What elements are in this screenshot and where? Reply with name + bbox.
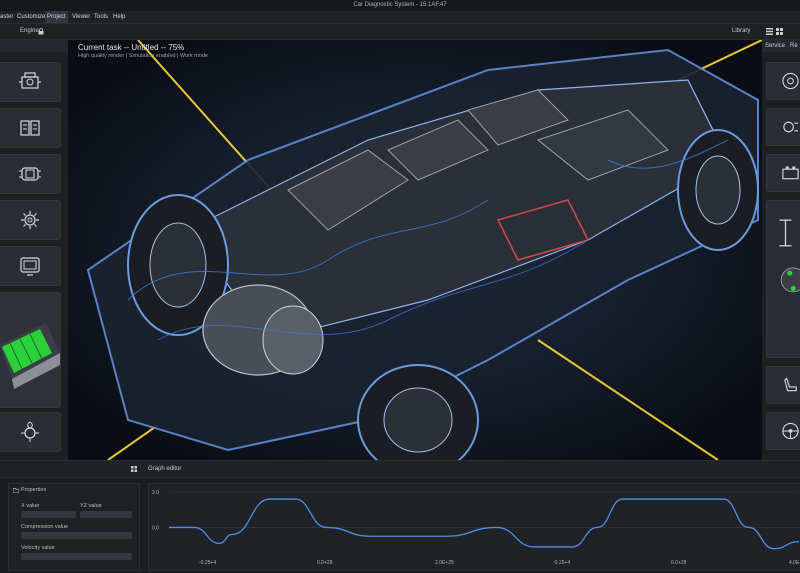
tile-gear-settings[interactable] bbox=[0, 200, 61, 240]
tile-brake-disc[interactable] bbox=[766, 62, 800, 100]
bottom-tabbar: Graph editor bbox=[0, 461, 800, 478]
car-xray-render bbox=[68, 40, 762, 460]
menu-item-tools[interactable]: Tools bbox=[94, 11, 108, 23]
x-tick-label: 0.0+28 bbox=[317, 560, 333, 566]
battery-modules-icon bbox=[20, 120, 40, 136]
left-panel-header bbox=[0, 40, 68, 52]
window-title: Car Diagnostic System - 15.1AF.47 bbox=[0, 0, 800, 11]
tile-steering[interactable] bbox=[766, 412, 800, 450]
x-value-field[interactable] bbox=[21, 511, 76, 518]
menu-item-help[interactable]: Help bbox=[113, 11, 125, 23]
x-tick-label: 0.0+28 bbox=[671, 560, 687, 566]
tile-seat[interactable] bbox=[766, 366, 800, 404]
3d-viewport[interactable]: Current task -- Untitled -- 75% High qua… bbox=[68, 40, 762, 460]
graph-grid-icon[interactable] bbox=[131, 466, 137, 474]
viewport-title: Current task -- Untitled -- 75% bbox=[78, 43, 185, 52]
gear-settings-icon bbox=[21, 211, 39, 229]
right-panel-extra: Re bbox=[790, 43, 798, 49]
engine-label: Engine bbox=[20, 28, 39, 34]
tile-battery-modules[interactable] bbox=[0, 108, 61, 148]
graph-editor[interactable]: 2.0 0.0 -0.25+4 0.0+28 2.0E+25 -0.25+4 0.0+28 4… bbox=[148, 483, 800, 571]
right-panel-header: Service Re bbox=[762, 40, 800, 52]
tile-engine[interactable] bbox=[0, 62, 61, 102]
tile-dashboard[interactable] bbox=[0, 246, 61, 286]
left-panel bbox=[0, 40, 68, 460]
tile-eco-chip[interactable] bbox=[0, 412, 61, 452]
compression-value-field[interactable] bbox=[21, 532, 132, 539]
x-value-label: X value bbox=[21, 503, 40, 509]
menu-item-master[interactable]: aster bbox=[0, 11, 13, 23]
y-tick-label: 0.0 bbox=[152, 525, 159, 531]
library-label[interactable]: Library bbox=[732, 24, 750, 39]
yz-value-field[interactable] bbox=[80, 511, 132, 518]
gear-swap-icon bbox=[783, 121, 799, 133]
steering-wheel-icon bbox=[782, 422, 799, 440]
car-top-view-icon bbox=[19, 167, 41, 181]
x-tick-label: 4.0E+25 bbox=[789, 560, 800, 566]
x-tick-label: -0.25+4 bbox=[553, 560, 570, 566]
yz-value-label: YZ value bbox=[80, 503, 102, 509]
list-view-icon[interactable] bbox=[766, 28, 773, 37]
tile-chassis[interactable] bbox=[766, 200, 800, 358]
menu-item-project[interactable]: Project bbox=[45, 11, 68, 23]
dashboard-screen-icon bbox=[20, 257, 40, 276]
graph-series-line[interactable] bbox=[169, 498, 800, 550]
seat-icon bbox=[784, 377, 797, 392]
folder-icon bbox=[12, 488, 20, 495]
grid-view-icon[interactable] bbox=[776, 28, 783, 37]
menu-item-viewer[interactable]: Viewer bbox=[72, 11, 90, 23]
chassis-thumbnail bbox=[779, 219, 800, 293]
y-tick-label: 2.0 bbox=[152, 490, 159, 496]
properties-panel: Properties X value YZ value Compression … bbox=[8, 483, 140, 571]
lock-icon[interactable] bbox=[38, 28, 44, 37]
engine-block-icon bbox=[19, 72, 41, 89]
properties-title: Properties bbox=[21, 487, 47, 493]
velocity-value-field[interactable] bbox=[21, 553, 132, 560]
bottom-panel: Graph editor Properties X value YZ value… bbox=[0, 460, 800, 573]
car-battery-icon bbox=[782, 166, 799, 180]
tile-car-battery[interactable] bbox=[766, 154, 800, 192]
brake-disc-icon bbox=[782, 72, 799, 90]
right-panel: Service Re bbox=[762, 40, 800, 460]
x-tick-label: -0.25+4 bbox=[199, 560, 216, 566]
toolbar: Engine Library bbox=[0, 24, 800, 40]
graph-curve-chart[interactable]: 2.0 0.0 -0.25+4 0.0+28 2.0E+25 -0.25+4 0.0+28 4… bbox=[149, 484, 800, 570]
viewport-subtitle: High quality render | Simulation enabled… bbox=[78, 53, 208, 59]
service-label: Service bbox=[765, 43, 786, 49]
velocity-value-label: Velocity value bbox=[21, 545, 55, 551]
menu-bar: aster Customize Project Viewer Tools Hel… bbox=[0, 11, 800, 24]
menu-item-customize[interactable]: Customize bbox=[17, 11, 45, 23]
tile-car-top[interactable] bbox=[0, 154, 61, 194]
tab-graph-editor[interactable]: Graph editor bbox=[148, 461, 181, 477]
tile-battery-pack[interactable] bbox=[0, 292, 61, 408]
battery-pack-thumbnail bbox=[0, 293, 60, 407]
compression-value-label: Compression value bbox=[21, 524, 69, 530]
x-tick-label: 2.0E+25 bbox=[435, 560, 454, 566]
eco-chip-icon bbox=[21, 421, 39, 442]
tile-gear-swap[interactable] bbox=[766, 108, 800, 146]
